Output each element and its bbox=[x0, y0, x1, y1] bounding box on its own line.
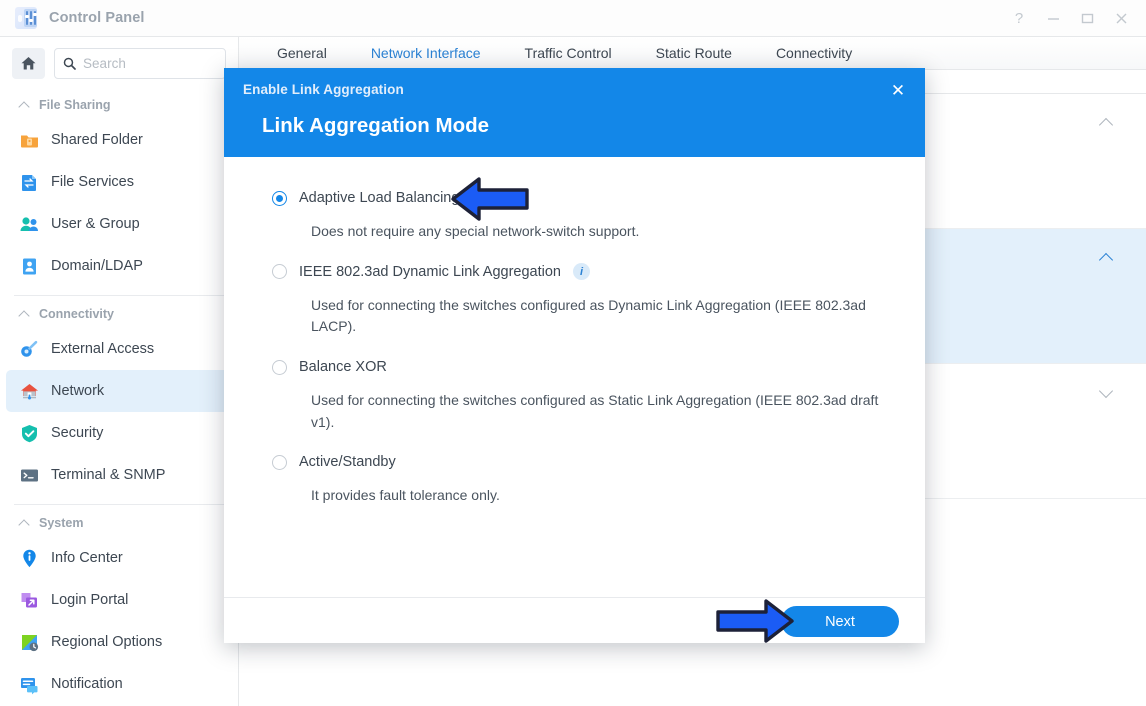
sidebar-item-shared-folder[interactable]: Shared Folder bbox=[6, 119, 232, 161]
search-icon bbox=[63, 57, 76, 70]
shared-folder-icon bbox=[19, 130, 40, 151]
window-titlebar: Control Panel ? bbox=[0, 0, 1146, 37]
option-adaptive-load-balancing[interactable]: Adaptive Load Balancing bbox=[272, 183, 885, 213]
home-icon bbox=[21, 57, 36, 70]
domain-ldap-icon bbox=[19, 256, 40, 277]
sidebar-item-domain-ldap[interactable]: Domain/LDAP bbox=[6, 245, 232, 287]
sidebar-item-external-access[interactable]: External Access bbox=[6, 328, 232, 370]
sidebar-item-terminal-snmp[interactable]: Terminal & SNMP bbox=[6, 454, 232, 496]
control-panel-icon bbox=[15, 7, 37, 29]
chevron-down-icon[interactable] bbox=[1100, 386, 1113, 399]
search-input[interactable] bbox=[83, 56, 217, 71]
option-label: IEEE 802.3ad Dynamic Link Aggregation bbox=[299, 263, 561, 280]
regional-options-icon bbox=[19, 632, 40, 653]
sidebar-item-label: User & Group bbox=[51, 216, 140, 232]
shield-icon bbox=[19, 423, 40, 444]
maximize-icon[interactable] bbox=[1070, 3, 1104, 33]
sidebar-item-label: Domain/LDAP bbox=[51, 258, 143, 274]
radio-balance-xor[interactable] bbox=[272, 359, 287, 375]
radio-active-standby[interactable] bbox=[272, 454, 287, 470]
sidebar-divider bbox=[14, 504, 224, 505]
external-access-icon bbox=[19, 339, 40, 360]
sidebar-group-label: File Sharing bbox=[39, 98, 111, 112]
sidebar-item-label: Login Portal bbox=[51, 592, 129, 608]
sidebar-item-label: File Services bbox=[51, 174, 134, 190]
sidebar-item-login-portal[interactable]: Login Portal bbox=[6, 579, 232, 621]
tab-network-interface[interactable]: Network Interface bbox=[349, 45, 503, 69]
user-group-icon bbox=[19, 214, 40, 235]
sidebar-item-info-center[interactable]: Info Center bbox=[6, 537, 232, 579]
radio-ieee-8023ad[interactable] bbox=[272, 264, 287, 280]
option-description: It provides fault tolerance only. bbox=[311, 487, 500, 504]
search-box[interactable] bbox=[54, 48, 226, 79]
next-button[interactable]: Next bbox=[781, 606, 899, 637]
close-icon[interactable] bbox=[1104, 3, 1138, 33]
sidebar-item-label: Regional Options bbox=[51, 634, 163, 650]
tab-traffic-control[interactable]: Traffic Control bbox=[503, 45, 634, 69]
sidebar-item-notification[interactable]: Notification bbox=[6, 663, 232, 705]
chevron-up-icon bbox=[19, 518, 30, 529]
option-label: Balance XOR bbox=[299, 359, 387, 376]
info-center-icon bbox=[19, 548, 40, 569]
sidebar-item-user-group[interactable]: User & Group bbox=[6, 203, 232, 245]
option-description: Used for connecting the switches configu… bbox=[311, 296, 866, 335]
sidebar-group-connectivity[interactable]: Connectivity bbox=[0, 298, 238, 328]
help-button[interactable]: ? bbox=[1002, 3, 1036, 33]
sidebar-item-network[interactable]: Network bbox=[6, 370, 232, 412]
tab-connectivity[interactable]: Connectivity bbox=[754, 45, 874, 69]
tab-static-route[interactable]: Static Route bbox=[634, 45, 754, 69]
file-services-icon bbox=[19, 172, 40, 193]
sidebar-item-regional-options[interactable]: Regional Options bbox=[6, 621, 232, 663]
minimize-icon[interactable] bbox=[1036, 3, 1070, 33]
dialog-body: Adaptive Load Balancing Does not require… bbox=[224, 157, 925, 597]
dialog-footer: Next bbox=[224, 597, 925, 643]
chevron-up-icon bbox=[19, 100, 30, 111]
sidebar-group-label: Connectivity bbox=[39, 307, 115, 321]
chevron-up-icon bbox=[19, 309, 30, 320]
sidebar: File Sharing Shared Folder File Servic bbox=[0, 37, 239, 706]
sidebar-item-security[interactable]: Security bbox=[6, 412, 232, 454]
sidebar-group-system[interactable]: System bbox=[0, 507, 238, 537]
terminal-icon bbox=[19, 465, 40, 486]
sidebar-divider bbox=[14, 295, 224, 296]
radio-adaptive-load-balancing[interactable] bbox=[272, 190, 287, 206]
sidebar-item-label: Network bbox=[51, 383, 105, 399]
option-label: Active/Standby bbox=[299, 454, 396, 471]
sidebar-item-label: Shared Folder bbox=[51, 132, 143, 148]
option-description: Used for connecting the switches configu… bbox=[311, 392, 879, 430]
sidebar-item-label: Security bbox=[51, 425, 104, 441]
notification-icon bbox=[19, 674, 40, 695]
dialog-header: Enable Link Aggregation Link Aggregation… bbox=[224, 68, 925, 157]
network-icon bbox=[19, 381, 40, 402]
sidebar-item-label: External Access bbox=[51, 341, 155, 357]
sidebar-group-file-sharing[interactable]: File Sharing bbox=[0, 89, 238, 119]
sidebar-group-label: System bbox=[39, 516, 84, 530]
chevron-up-icon[interactable] bbox=[1100, 251, 1113, 264]
dialog-subtitle: Enable Link Aggregation bbox=[243, 82, 404, 97]
sidebar-item-label: Info Center bbox=[51, 550, 123, 566]
window-controls: ? bbox=[1002, 3, 1138, 33]
tab-bar: General Network Interface Traffic Contro… bbox=[239, 37, 1146, 70]
close-icon[interactable]: ✕ bbox=[887, 80, 909, 102]
sidebar-item-label: Terminal & SNMP bbox=[51, 467, 166, 483]
control-panel-window: Control Panel ? Search File Sharing Shar… bbox=[0, 0, 1146, 706]
login-portal-icon bbox=[19, 590, 40, 611]
info-icon[interactable]: i bbox=[572, 263, 590, 281]
option-active-standby[interactable]: Active/Standby bbox=[272, 447, 885, 477]
option-description: Does not require any special network-swi… bbox=[311, 223, 640, 239]
option-label: Adaptive Load Balancing bbox=[299, 190, 460, 206]
home-button[interactable] bbox=[12, 48, 45, 79]
sidebar-item-file-services[interactable]: File Services bbox=[6, 161, 232, 203]
chevron-up-icon[interactable] bbox=[1100, 116, 1113, 129]
link-aggregation-dialog: Enable Link Aggregation Link Aggregation… bbox=[224, 68, 925, 643]
sidebar-search-bar bbox=[0, 37, 238, 89]
option-balance-xor[interactable]: Balance XOR bbox=[272, 352, 885, 382]
sidebar-item-label: Notification bbox=[51, 676, 123, 692]
dialog-title: Link Aggregation Mode bbox=[262, 114, 490, 137]
window-title: Control Panel bbox=[49, 10, 145, 26]
option-ieee-8023ad[interactable]: IEEE 802.3ad Dynamic Link Aggregation i bbox=[272, 257, 885, 287]
tab-general[interactable]: General bbox=[255, 45, 349, 69]
